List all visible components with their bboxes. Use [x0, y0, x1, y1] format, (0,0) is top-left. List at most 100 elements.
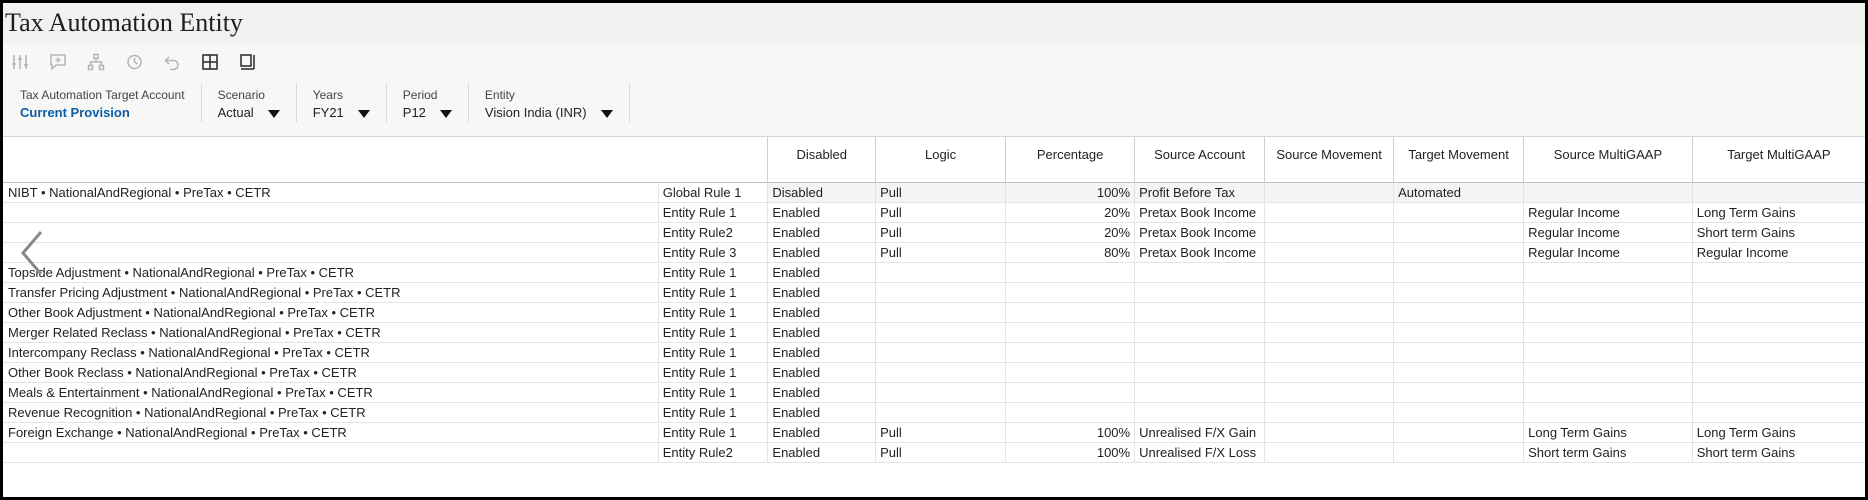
cell-target-movement[interactable]: [1393, 382, 1524, 403]
cell-disabled[interactable]: Enabled: [767, 422, 876, 443]
cell-percentage[interactable]: 100%: [1005, 422, 1135, 443]
cell-source-account[interactable]: Pretax Book Income: [1134, 222, 1265, 243]
cell-disabled[interactable]: Enabled: [767, 342, 876, 363]
cell-target-multigaap[interactable]: [1691, 362, 1865, 383]
cell-percentage[interactable]: [1005, 262, 1135, 283]
cell-target-multigaap[interactable]: [1691, 402, 1865, 423]
grid-icon[interactable]: [199, 51, 221, 73]
cell-target-movement[interactable]: [1393, 262, 1524, 283]
cell-source-multigaap[interactable]: [1523, 342, 1693, 363]
pov-entity-dropdown[interactable]: Vision India (INR): [485, 105, 613, 120]
caret-down-icon[interactable]: [267, 109, 280, 118]
cell-target-multigaap[interactable]: [1691, 322, 1865, 343]
cell-target-multigaap[interactable]: Short term Gains: [1691, 222, 1865, 243]
cell-percentage[interactable]: 20%: [1005, 222, 1135, 243]
pov-entity[interactable]: Entity Vision India (INR): [469, 84, 630, 122]
cell-percentage[interactable]: [1005, 362, 1135, 383]
cell-target-movement[interactable]: [1393, 342, 1524, 363]
cell-source-account[interactable]: [1134, 402, 1265, 423]
cell-source-movement[interactable]: [1264, 182, 1394, 203]
cell-source-account[interactable]: Unrealised F/X Gain: [1134, 422, 1265, 443]
cell-source-account[interactable]: Pretax Book Income: [1134, 242, 1265, 263]
column-header[interactable]: Source MultiGAAP: [1523, 137, 1693, 183]
cell-target-movement[interactable]: [1393, 422, 1524, 443]
cell-source-account[interactable]: [1134, 382, 1265, 403]
cell-target-multigaap[interactable]: [1691, 282, 1865, 303]
pov-scenario-dropdown[interactable]: Actual: [218, 105, 280, 120]
cell-target-movement[interactable]: [1393, 322, 1524, 343]
cell-source-account[interactable]: [1134, 362, 1265, 383]
caret-down-icon[interactable]: [439, 109, 452, 118]
cell-source-multigaap[interactable]: Long Term Gains: [1523, 422, 1693, 443]
cell-target-multigaap[interactable]: [1691, 182, 1865, 203]
cell-source-movement[interactable]: [1264, 222, 1394, 243]
column-header[interactable]: Percentage: [1005, 137, 1135, 183]
cell-disabled[interactable]: Enabled: [767, 242, 876, 263]
cell-percentage[interactable]: 100%: [1005, 182, 1135, 203]
cell-logic[interactable]: [875, 282, 1006, 303]
chevron-left-icon[interactable]: [17, 228, 47, 278]
cell-target-movement[interactable]: [1393, 362, 1524, 383]
pov-target-account[interactable]: Tax Automation Target Account Current Pr…: [3, 84, 202, 122]
cell-percentage[interactable]: [1005, 322, 1135, 343]
cell-source-movement[interactable]: [1264, 382, 1394, 403]
pov-period-dropdown[interactable]: P12: [403, 105, 452, 120]
column-header[interactable]: Disabled: [767, 137, 876, 183]
cell-target-multigaap[interactable]: Long Term Gains: [1691, 202, 1865, 223]
cell-percentage[interactable]: 20%: [1005, 202, 1135, 223]
cell-source-movement[interactable]: [1264, 282, 1394, 303]
column-header[interactable]: Target MultiGAAP: [1691, 137, 1865, 183]
cell-target-movement[interactable]: [1393, 302, 1524, 323]
cell-target-multigaap[interactable]: [1691, 342, 1865, 363]
cell-target-movement[interactable]: [1393, 282, 1524, 303]
cell-percentage[interactable]: 80%: [1005, 242, 1135, 263]
cell-disabled[interactable]: Enabled: [767, 442, 876, 463]
cell-source-account[interactable]: Unrealised F/X Loss: [1134, 442, 1265, 463]
cell-percentage[interactable]: [1005, 282, 1135, 303]
cell-logic[interactable]: Pull: [875, 422, 1006, 443]
cell-source-movement[interactable]: [1264, 422, 1394, 443]
cell-source-movement[interactable]: [1264, 302, 1394, 323]
pov-period[interactable]: Period P12: [387, 84, 469, 122]
cell-disabled[interactable]: Enabled: [767, 262, 876, 283]
column-header[interactable]: Source Movement: [1264, 137, 1394, 183]
cell-source-movement[interactable]: [1264, 262, 1394, 283]
cell-percentage[interactable]: [1005, 402, 1135, 423]
cell-percentage[interactable]: 100%: [1005, 442, 1135, 463]
cell-source-multigaap[interactable]: [1523, 182, 1693, 203]
cell-target-movement[interactable]: [1393, 202, 1524, 223]
cell-target-multigaap[interactable]: Regular Income: [1691, 242, 1865, 263]
panel-icon[interactable]: [237, 51, 259, 73]
caret-down-icon[interactable]: [357, 109, 370, 118]
cell-source-account[interactable]: [1134, 262, 1265, 283]
cell-disabled[interactable]: Enabled: [767, 402, 876, 423]
cell-target-movement[interactable]: [1393, 442, 1524, 463]
cell-logic[interactable]: Pull: [875, 442, 1006, 463]
cell-target-multigaap[interactable]: Long Term Gains: [1691, 422, 1865, 443]
cell-target-movement[interactable]: [1393, 402, 1524, 423]
undo-icon[interactable]: [161, 51, 183, 73]
cell-source-movement[interactable]: [1264, 402, 1394, 423]
cell-source-movement[interactable]: [1264, 342, 1394, 363]
cell-logic[interactable]: Pull: [875, 222, 1006, 243]
cell-target-movement[interactable]: [1393, 242, 1524, 263]
pov-years[interactable]: Years FY21: [297, 84, 387, 122]
cell-target-movement[interactable]: Automated: [1393, 182, 1524, 203]
cell-source-movement[interactable]: [1264, 362, 1394, 383]
pov-years-dropdown[interactable]: FY21: [313, 105, 370, 120]
cell-logic[interactable]: [875, 382, 1006, 403]
cell-source-movement[interactable]: [1264, 322, 1394, 343]
cell-target-multigaap[interactable]: [1691, 382, 1865, 403]
cell-target-multigaap[interactable]: Short term Gains: [1691, 442, 1865, 463]
cell-source-multigaap[interactable]: Regular Income: [1523, 202, 1693, 223]
cell-source-account[interactable]: [1134, 342, 1265, 363]
cell-logic[interactable]: Pull: [875, 242, 1006, 263]
cell-target-multigaap[interactable]: [1691, 302, 1865, 323]
cell-logic[interactable]: Pull: [875, 182, 1006, 203]
cell-source-account[interactable]: [1134, 322, 1265, 343]
cell-percentage[interactable]: [1005, 382, 1135, 403]
pov-target-account-value[interactable]: Current Provision: [20, 105, 185, 120]
cell-source-movement[interactable]: [1264, 202, 1394, 223]
column-header[interactable]: Target Movement: [1393, 137, 1524, 183]
cell-logic[interactable]: [875, 322, 1006, 343]
